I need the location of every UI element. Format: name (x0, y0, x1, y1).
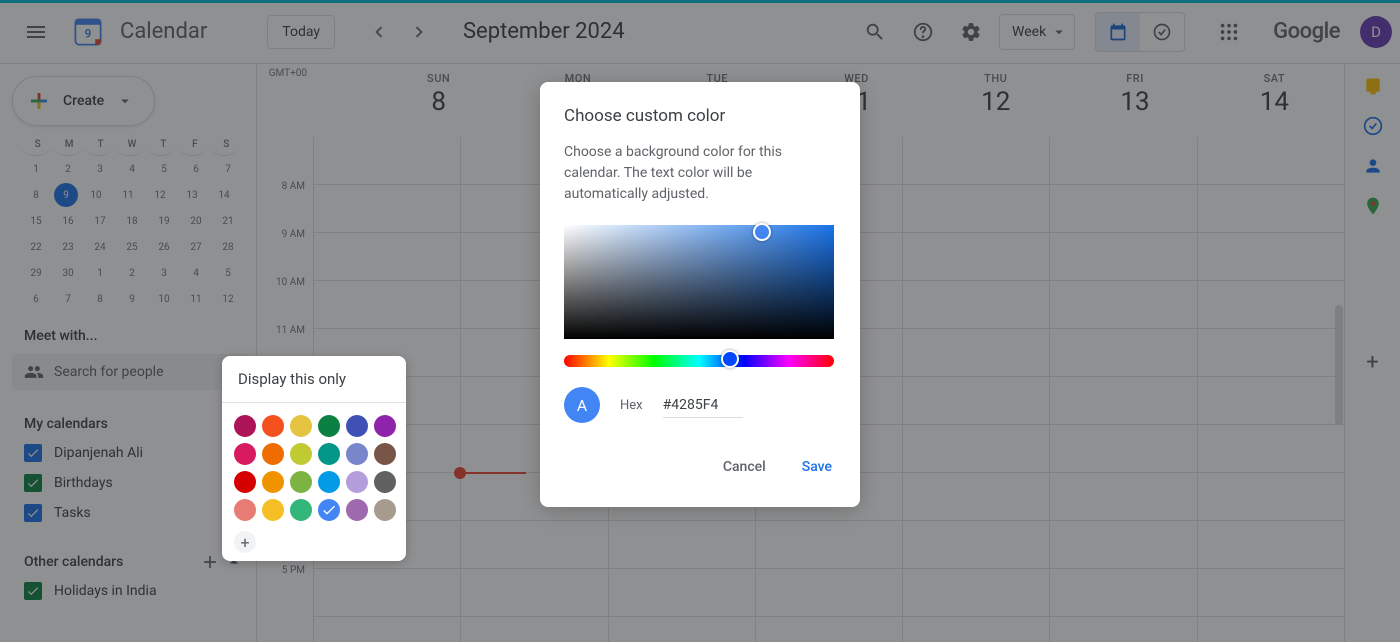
color-swatch[interactable] (262, 471, 284, 493)
color-swatch[interactable] (318, 443, 340, 465)
color-swatch[interactable] (290, 471, 312, 493)
save-button[interactable]: Save (798, 451, 836, 483)
color-swatch[interactable] (374, 443, 396, 465)
color-swatch[interactable] (318, 415, 340, 437)
color-swatch[interactable] (290, 499, 312, 521)
color-swatch[interactable] (374, 471, 396, 493)
hex-label: Hex (620, 398, 643, 413)
color-picker-popup: Display this only + (222, 356, 406, 561)
cancel-button[interactable]: Cancel (719, 451, 770, 483)
color-swatch[interactable] (346, 499, 368, 521)
color-swatch[interactable] (374, 499, 396, 521)
color-swatch[interactable] (346, 471, 368, 493)
color-swatch[interactable] (374, 415, 396, 437)
color-swatch[interactable] (262, 443, 284, 465)
color-swatch[interactable] (290, 415, 312, 437)
hue-pointer[interactable] (721, 350, 739, 368)
color-swatch[interactable] (234, 499, 256, 521)
color-swatch[interactable] (346, 415, 368, 437)
custom-color-dialog: Choose custom color Choose a background … (540, 82, 860, 507)
color-swatch[interactable] (290, 443, 312, 465)
color-swatch[interactable] (262, 499, 284, 521)
hue-slider[interactable] (564, 355, 834, 367)
dialog-title: Choose custom color (564, 106, 836, 126)
color-swatch[interactable] (262, 415, 284, 437)
saturation-lightness-picker[interactable] (564, 225, 834, 339)
color-swatch[interactable] (234, 443, 256, 465)
sl-pointer[interactable] (753, 223, 771, 241)
dialog-description: Choose a background color for this calen… (564, 142, 836, 205)
color-swatch[interactable] (234, 415, 256, 437)
color-swatch[interactable] (318, 471, 340, 493)
color-swatch[interactable] (234, 471, 256, 493)
hex-input[interactable] (663, 393, 743, 418)
color-swatch[interactable] (346, 443, 368, 465)
color-preview: A (564, 387, 600, 423)
add-custom-color-button[interactable]: + (234, 531, 256, 553)
display-this-only-button[interactable]: Display this only (222, 356, 406, 403)
color-swatch[interactable] (318, 499, 340, 521)
